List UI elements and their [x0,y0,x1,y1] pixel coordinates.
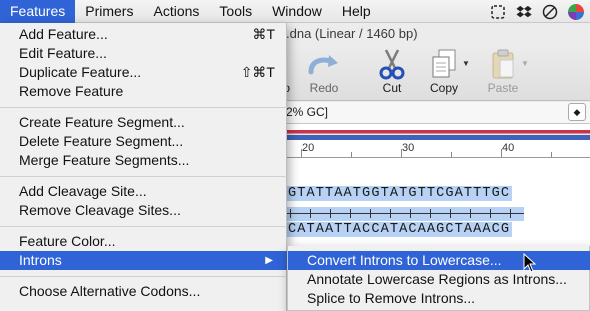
submenu-arrow-icon: ▶ [265,255,273,266]
menu-item-remove-cleavage-sites[interactable]: Remove Cleavage Sites... [0,201,287,220]
ruler-tick-label: 40 [502,142,515,154]
copy-dropdown-icon[interactable]: ▼ [462,59,470,68]
menu-bar: Features Primers Actions Tools Window He… [0,0,590,23]
strand-tick [430,209,431,218]
strand-tick [290,209,291,218]
strand-tick [510,209,511,218]
menu-item-label: Splice to Remove Introns... [307,290,476,306]
features-menu: Add Feature... ⌘T Edit Feature... Duplic… [0,23,287,311]
menu-window[interactable]: Window [262,0,332,23]
menu-item-duplicate-feature[interactable]: Duplicate Feature... ⇧⌘T [0,63,287,82]
menu-primers[interactable]: Primers [75,0,143,23]
paste-dropdown-icon[interactable]: ▼ [521,59,529,68]
top-strand-sequence[interactable]: GTATTAATGGTATGTTCGATTTGC [286,186,513,201]
submenu-item-splice-introns[interactable]: Splice to Remove Introns... [288,289,590,308]
paste-button[interactable]: Paste [473,47,533,99]
color-wheel-icon[interactable] [568,3,584,20]
menu-item-label: Convert Introns to Lowercase... [307,252,502,268]
menu-item-label: Add Cleavage Site... [19,183,147,199]
copy-label: Copy [429,81,458,95]
menu-item-label: Annotate Lowercase Regions as Introns... [307,271,567,287]
strand-tick [370,209,371,218]
menu-item-introns[interactable]: Introns ▶ [0,251,287,270]
strand-tick [470,209,471,218]
strand-tick [330,209,331,218]
redo-button[interactable]: Redo [294,47,354,99]
status-area [490,0,584,23]
menu-item-label: Merge Feature Segments... [19,152,190,168]
paste-label: Paste [487,81,519,95]
menu-item-label: Choose Alternative Codons... [19,283,201,299]
menu-item-label: Edit Feature... [19,45,107,61]
scissors-icon [362,47,422,81]
menu-item-label: Delete Feature Segment... [19,133,184,149]
menu-item-add-cleavage-site[interactable]: Add Cleavage Site... [0,182,287,201]
strand-tick [490,209,491,218]
ruler-minor-tick [351,152,352,157]
strand-tick [450,209,451,218]
info-dropdown-icon[interactable]: ◆ [568,103,586,121]
cut-label: Cut [382,81,402,95]
menu-item-label: Create Feature Segment... [19,114,185,130]
menu-item-label: Remove Feature [19,83,124,99]
menu-item-remove-feature[interactable]: Remove Feature [0,82,287,101]
menu-separator [0,176,287,177]
ruler-minor-tick [451,152,452,157]
strand-tick [410,209,411,218]
strand-tick [390,209,391,218]
ruler-tick-label: 20 [302,142,315,154]
menu-actions[interactable]: Actions [143,0,209,23]
menu-separator [0,107,287,108]
menu-item-label: Feature Color... [19,233,116,249]
ruler-tick-label: 30 [402,142,415,154]
menu-help[interactable]: Help [332,0,381,23]
cut-button[interactable]: Cut [362,47,422,99]
redo-label: Redo [309,81,339,95]
window-title: .dna (Linear / 1460 bp) [286,26,418,41]
strand-tick [350,209,351,218]
mouse-pointer-icon [523,252,537,273]
dropbox-icon[interactable] [516,4,532,20]
gc-content-text: 2% GC] [286,105,329,119]
menu-item-merge-segments[interactable]: Merge Feature Segments... [0,151,287,170]
menu-separator [0,226,287,227]
submenu-item-convert-introns[interactable]: Convert Introns to Lowercase... [288,251,590,270]
menu-item-label: Introns [19,252,62,268]
menu-features[interactable]: Features [0,0,76,23]
submenu-item-annotate-lowercase[interactable]: Annotate Lowercase Regions as Introns... [288,270,590,289]
menu-item-label: Remove Cleavage Sites... [19,202,181,218]
menu-item-label: Add Feature... [19,26,108,42]
menu-item-label: Duplicate Feature... [19,64,142,80]
copy-button[interactable]: Copy [414,47,474,99]
do-not-disturb-icon[interactable] [542,4,558,20]
ruler-minor-tick [551,152,552,157]
strand-ticks [286,207,524,221]
menu-item-delete-segment[interactable]: Delete Feature Segment... [0,132,287,151]
menu-item-choose-alternative-codons[interactable]: Choose Alternative Codons... [0,282,287,301]
menu-item-feature-color[interactable]: Feature Color... [0,232,287,251]
menu-item-create-segment[interactable]: Create Feature Segment... [0,113,287,132]
shortcut-label: ⌘T [252,26,275,42]
menu-item-edit-feature[interactable]: Edit Feature... [0,44,287,63]
bottom-strand-sequence[interactable]: CATAATTACCATACAAGCTAAACG [286,222,513,237]
strand-tick [310,209,311,218]
shortcut-label: ⇧⌘T [240,64,275,80]
strand-axis-line [286,213,524,214]
menu-item-add-feature[interactable]: Add Feature... ⌘T [0,25,287,44]
menu-tools[interactable]: Tools [209,0,262,23]
clipboard-icon[interactable] [490,4,506,20]
menu-separator [0,276,287,277]
introns-submenu: Convert Introns to Lowercase... Annotate… [287,246,590,311]
redo-icon [294,47,354,81]
